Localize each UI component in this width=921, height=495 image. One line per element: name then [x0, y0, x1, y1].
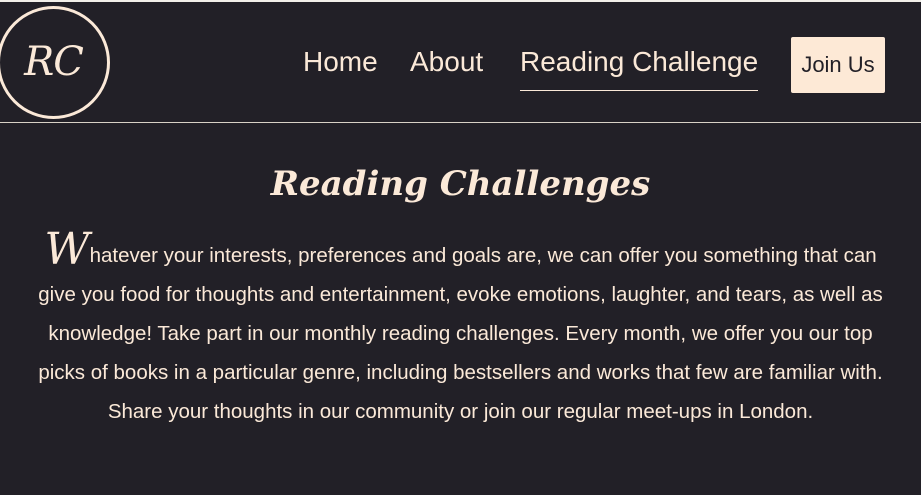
drop-cap-letter: W [44, 224, 90, 275]
header-divider [0, 122, 921, 123]
intro-paragraph: Whatever your interests, preferences and… [30, 228, 891, 431]
nav-link-about[interactable]: About [410, 44, 483, 84]
nav-link-reading-challenge[interactable]: Reading Challenge [520, 44, 759, 91]
logo[interactable]: RC [0, 6, 110, 119]
site-header: RC Home About Reading Challenge Join Us [0, 2, 921, 122]
join-us-button[interactable]: Join Us [791, 37, 885, 93]
logo-text: RC [24, 39, 84, 85]
page-title: Reading Challenges [270, 164, 651, 204]
intro-text: hatever your interests, preferences and … [38, 244, 883, 423]
nav-link-home[interactable]: Home [303, 44, 378, 84]
